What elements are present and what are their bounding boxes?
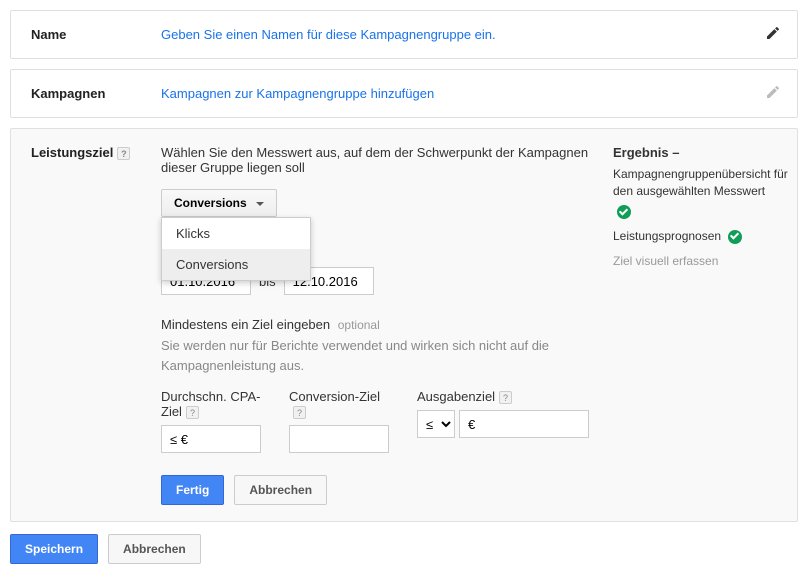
check-icon (617, 205, 631, 219)
save-button[interactable]: Speichern (10, 534, 98, 564)
conversion-goal-col: Conversion-Ziel? (289, 389, 389, 453)
goal-instruction: Wählen Sie den Messwert aus, auf dem der… (161, 145, 589, 175)
inner-cancel-button[interactable]: Abbrechen (234, 475, 327, 505)
caret-down-icon (256, 202, 264, 206)
spend-input-wrap: ≤ (417, 410, 589, 438)
cpa-goal-label: Durchschn. CPA-Ziel? (161, 389, 261, 419)
metric-dropdown-button[interactable]: Conversions (161, 189, 277, 217)
metric-dropdown-menu: Klicks Conversions (161, 217, 311, 281)
spend-goal-col: Ausgabenziel? ≤ (417, 389, 589, 453)
campaigns-panel: Kampagnen Kampagnen zur Kampagnengruppe … (10, 69, 798, 118)
metric-dropdown: Conversions Klicks Conversions (161, 189, 277, 217)
result-overview: Kampagnengruppenübersicht für den ausgew… (613, 166, 803, 200)
name-label: Name (31, 27, 161, 42)
conversion-goal-input[interactable] (289, 425, 389, 453)
help-icon[interactable]: ? (117, 147, 130, 160)
targets-heading-text: Mindestens ein Ziel eingeben (161, 317, 330, 332)
edit-name-icon[interactable] (765, 25, 781, 44)
result-visual: Ziel visuell erfassen (613, 254, 803, 268)
name-panel: Name Geben Sie einen Namen für diese Kam… (10, 10, 798, 59)
done-button[interactable]: Fertig (161, 475, 224, 505)
cpa-goal-col: Durchschn. CPA-Ziel? (161, 389, 261, 453)
footer-button-row: Speichern Abbrechen (10, 534, 798, 564)
targets-description: Sie werden nur für Berichte verwendet un… (161, 336, 589, 375)
result-title: Ergebnis – (613, 145, 803, 160)
campaigns-label: Kampagnen (31, 86, 161, 101)
metric-option-conversions[interactable]: Conversions (162, 249, 310, 280)
inner-button-row: Fertig Abbrechen (161, 475, 589, 505)
targets-heading: Mindestens ein Ziel eingeben optional (161, 317, 589, 332)
metric-option-klicks[interactable]: Klicks (162, 218, 310, 249)
add-campaigns-link[interactable]: Kampagnen zur Kampagnengruppe hinzufügen (161, 86, 434, 101)
cancel-button[interactable]: Abbrechen (108, 534, 201, 564)
spend-goal-label: Ausgabenziel? (417, 389, 589, 404)
help-icon[interactable]: ? (186, 406, 199, 419)
spend-goal-input[interactable] (459, 410, 589, 438)
edit-campaigns-icon (765, 84, 781, 103)
help-icon[interactable]: ? (499, 391, 512, 404)
check-icon (728, 230, 742, 244)
metric-selected-label: Conversions (174, 196, 247, 210)
cpa-goal-input[interactable] (161, 425, 261, 453)
goals-row: Durchschn. CPA-Ziel? Conversion-Ziel? Au… (161, 389, 589, 453)
spend-operator-select[interactable]: ≤ (417, 410, 455, 438)
goal-label: Leistungsziel? (31, 145, 161, 160)
performance-goal-panel: Leistungsziel? Wählen Sie den Messwert a… (10, 128, 798, 522)
optional-label: optional (338, 318, 380, 332)
conversion-goal-label: Conversion-Ziel? (289, 389, 389, 419)
goal-label-text: Leistungsziel (31, 145, 113, 160)
name-placeholder-link[interactable]: Geben Sie einen Namen für diese Kampagne… (161, 27, 496, 42)
result-forecast: Leistungsprognosen (613, 229, 803, 244)
result-panel: Ergebnis – Kampagnengruppenübersicht für… (613, 145, 803, 268)
help-icon[interactable]: ? (293, 406, 306, 419)
